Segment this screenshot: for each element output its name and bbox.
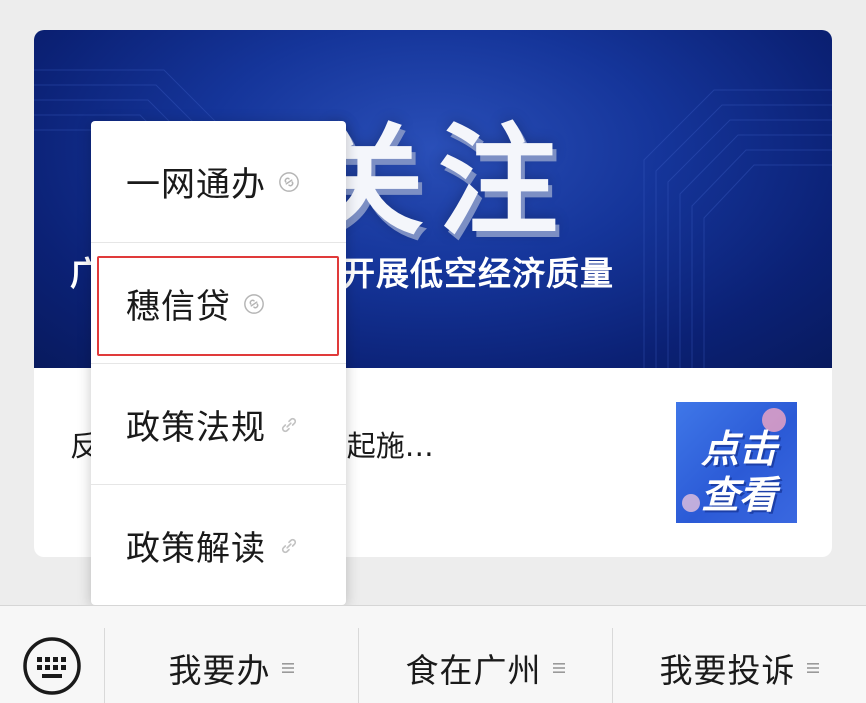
- submenu-item-label: 政策解读: [126, 529, 266, 569]
- submenu-item-label: 政策法规: [126, 408, 266, 448]
- bottom-menu-label: 食在广州: [405, 651, 542, 690]
- bottom-menu-woyaoban[interactable]: 我要办: [105, 638, 358, 698]
- submenu-item-zhengcefagui[interactable]: 政策法规: [91, 363, 346, 485]
- bottom-menu-shizaiguangzhou[interactable]: 食在广州: [359, 638, 612, 698]
- thumbnail-text-line-2: 查看: [700, 473, 777, 517]
- bottom-menu-label: 我要投诉: [659, 651, 796, 690]
- keyboard-icon[interactable]: [22, 636, 82, 696]
- highlight-box: [97, 256, 339, 356]
- submenu-popup: 一网通办 穗信贷 政策法规 政策解读: [91, 121, 346, 605]
- submenu-item-label: 一网通办: [126, 165, 266, 205]
- link-icon: [281, 417, 297, 432]
- bottom-menu-label: 我要办: [168, 651, 271, 690]
- menu-icon: [281, 663, 294, 673]
- menu-icon: [552, 663, 565, 673]
- article-thumbnail[interactable]: 点击 查看: [676, 402, 797, 523]
- submenu-item-yiwangtongban[interactable]: 一网通办: [91, 121, 346, 242]
- menu-icon: [806, 663, 819, 673]
- link-icon: [281, 538, 297, 553]
- bottom-menu-bar: 我要办 食在广州 我要投诉: [0, 605, 866, 703]
- bottom-menu-woyaotousu[interactable]: 我要投诉: [613, 638, 866, 698]
- submenu-item-zhengcejiedu[interactable]: 政策解读: [91, 484, 346, 606]
- link-icon: [279, 171, 299, 192]
